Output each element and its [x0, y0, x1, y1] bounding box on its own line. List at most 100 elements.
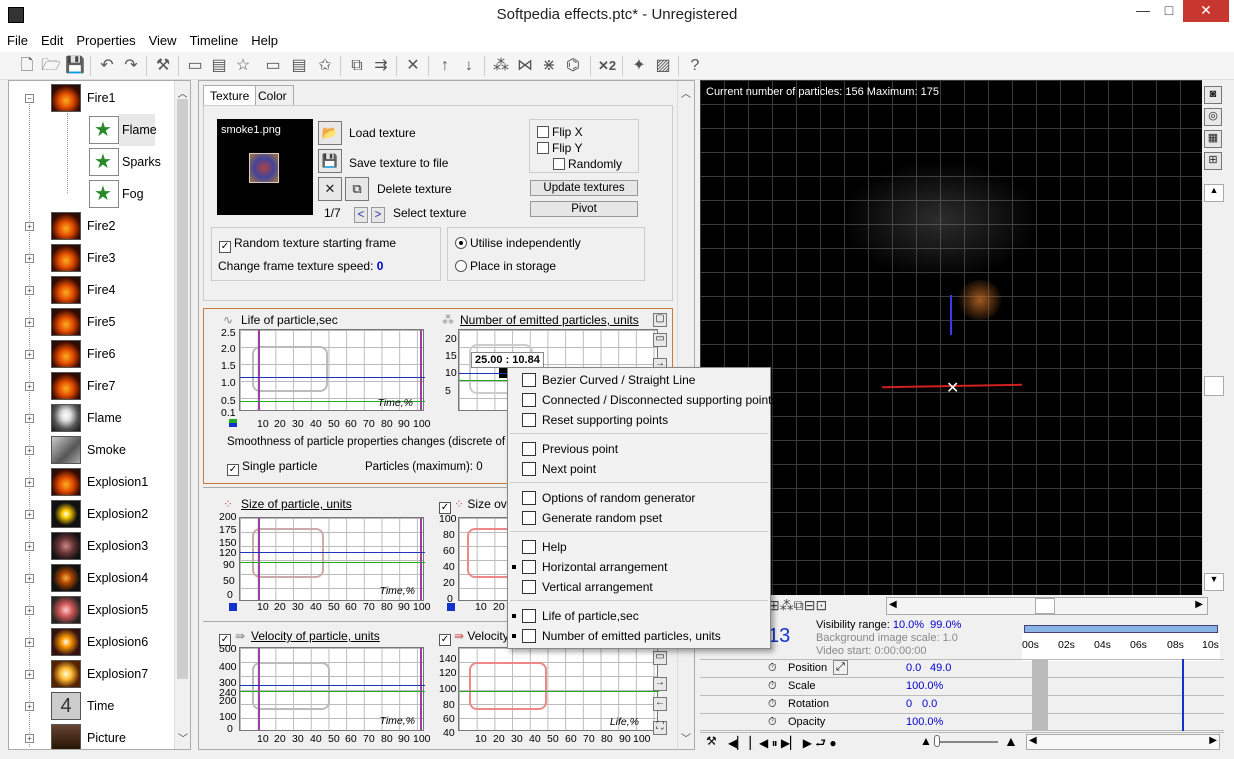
scroll-left-icon[interactable]: ◀: [889, 599, 897, 610]
zoom-slider-thumb[interactable]: [934, 735, 940, 747]
graph-icon[interactable]: ⌬: [562, 55, 584, 77]
expand-icon[interactable]: +: [25, 414, 34, 423]
expand-icon[interactable]: +: [25, 478, 34, 487]
move-down-icon[interactable]: ↓: [458, 55, 480, 77]
expand-icon[interactable]: +: [25, 254, 34, 263]
scroll-down-icon[interactable]: ﹀: [681, 730, 691, 745]
expand-icon[interactable]: +: [25, 382, 34, 391]
expand-icon[interactable]: +: [25, 542, 34, 551]
emitter-cross-icon[interactable]: ✕: [946, 378, 959, 398]
menu-edit[interactable]: Edit: [34, 32, 69, 48]
delete-texture-button[interactable]: ✕: [318, 177, 342, 201]
context-menu-item[interactable]: Number of emitted particles, units: [508, 626, 770, 646]
track-rotation[interactable]: ⏱ Rotation 0 0.0: [700, 695, 1224, 713]
tree-item-fire6[interactable]: + Fire6: [9, 338, 179, 370]
tree-item-smoke[interactable]: + Smoke: [9, 434, 179, 466]
image-icon[interactable]: ▨: [652, 55, 674, 77]
context-menu-item[interactable]: Generate random pset: [508, 508, 770, 528]
move-up-icon[interactable]: ↑: [434, 55, 456, 77]
flip-x-checkbox[interactable]: Flip X: [537, 125, 583, 139]
maximize-button[interactable]: □: [1156, 0, 1182, 22]
context-menu-item[interactable]: Previous point: [508, 439, 770, 459]
tree-item-explosion2[interactable]: + Explosion2: [9, 498, 179, 530]
tree-item-fire5[interactable]: + Fire5: [9, 306, 179, 338]
scroll-right-icon[interactable]: ▶: [1209, 735, 1217, 746]
tree-item-sparks[interactable]: ★ Sparks: [9, 146, 179, 178]
leaf-icon[interactable]: ✦: [628, 55, 650, 77]
folder-icon[interactable]: ▭: [184, 55, 206, 77]
new-file-icon[interactable]: 🗋: [16, 55, 38, 77]
expand-icon[interactable]: +: [25, 606, 34, 615]
tool-icons[interactable]: ⊞⁂⧉⊟⊡: [768, 597, 827, 614]
link-icon[interactable]: ⤢: [833, 660, 848, 675]
tree-item-fire1[interactable]: − Fire1: [9, 82, 179, 114]
double-icon[interactable]: ✕2: [596, 55, 618, 77]
move-icon[interactable]: ⇉: [370, 55, 392, 77]
menu-timeline[interactable]: Timeline: [183, 32, 245, 48]
velocity-over-checkbox[interactable]: ✓ ⇛ Velocity: [439, 629, 509, 646]
tree-item-flame-child[interactable]: ★ Flame: [9, 114, 179, 146]
tab-texture[interactable]: Texture: [203, 85, 257, 105]
next-texture-button[interactable]: >: [371, 207, 385, 223]
context-menu-item[interactable]: Options of random generator: [508, 488, 770, 508]
settings-icon[interactable]: ⚒: [706, 734, 717, 748]
camera-icon[interactable]: ◙: [1204, 86, 1222, 104]
scroll-down-icon[interactable]: ﹀: [178, 730, 188, 745]
tree-item-flame[interactable]: + Flame: [9, 402, 179, 434]
load-texture-button[interactable]: 📂: [318, 121, 342, 145]
play-controls-icon[interactable]: ◀▏ ▏◀ ⏸ ▶▏ ▶ ⮐ ●: [728, 734, 837, 755]
delete-all-textures-button[interactable]: ⧉: [345, 177, 369, 201]
menu-properties[interactable]: Properties: [69, 32, 141, 48]
expand-icon[interactable]: +: [25, 318, 34, 327]
menu-help[interactable]: Help: [244, 32, 284, 48]
tab-color[interactable]: Color: [251, 85, 294, 105]
star-icon[interactable]: ☆: [232, 55, 254, 77]
expand-icon[interactable]: +: [25, 638, 34, 647]
next-chart-icon[interactable]: →: [653, 677, 667, 691]
zoom-slider[interactable]: [936, 741, 998, 743]
tree-item-explosion5[interactable]: + Explosion5: [9, 594, 179, 626]
random-start-checkbox[interactable]: ✓ Random texture starting frame: [219, 236, 396, 253]
redo-icon[interactable]: ↷: [120, 55, 142, 77]
size-over-checkbox[interactable]: ✓ ⁘ Size ov: [439, 497, 507, 514]
stopwatch-icon[interactable]: ⏱: [768, 680, 777, 693]
tree-item-fire4[interactable]: + Fire4: [9, 274, 179, 306]
expand-icon[interactable]: +: [25, 670, 34, 679]
storage-radio[interactable]: Place in storage: [455, 259, 556, 273]
context-menu-item[interactable]: Connected / Disconnected supporting poin…: [508, 390, 777, 410]
wand-icon[interactable]: ⚒: [152, 55, 174, 77]
timeline-hscroll[interactable]: ◀ ▶: [1026, 734, 1220, 750]
scroll-thumb[interactable]: [177, 99, 188, 679]
stopwatch-icon[interactable]: ⏱: [768, 716, 777, 729]
context-menu-item[interactable]: Bezier Curved / Straight Line: [508, 370, 770, 390]
split-icon[interactable]: ⊞: [1204, 152, 1222, 170]
prev-texture-button[interactable]: <: [354, 207, 368, 223]
save-texture-button[interactable]: 💾: [318, 149, 342, 173]
scroll-left-icon[interactable]: ◀: [1029, 735, 1037, 746]
tree-item-explosion3[interactable]: + Explosion3: [9, 530, 179, 562]
minimize-button[interactable]: —: [1130, 0, 1156, 22]
add-star-icon[interactable]: ✩: [314, 55, 336, 77]
collapse-icon[interactable]: −: [25, 94, 34, 103]
help-icon[interactable]: ?: [684, 55, 706, 77]
clapper-icon[interactable]: ▤: [208, 55, 230, 77]
scroll-up-icon[interactable]: ︿: [678, 85, 694, 100]
fit-chart-icon[interactable]: ⛶: [653, 721, 667, 735]
context-menu-item[interactable]: Life of particle,sec: [508, 606, 770, 626]
restore-chart-icon[interactable]: ▭: [653, 333, 667, 347]
tree-item-fire2[interactable]: + Fire2: [9, 210, 179, 242]
track-opacity[interactable]: ⏱ Opacity 100.0%: [700, 713, 1224, 731]
flip-y-checkbox[interactable]: Flip Y: [537, 141, 582, 155]
context-menu-item[interactable]: Horizontal arrangement: [508, 557, 770, 577]
scroll-down-icon[interactable]: ▼: [1204, 573, 1224, 591]
expand-icon[interactable]: +: [25, 734, 34, 743]
scroll-up-icon[interactable]: ︿: [175, 85, 190, 100]
prev-chart-icon[interactable]: ←: [653, 697, 667, 711]
life-chart[interactable]: Time,%: [239, 329, 425, 411]
open-folder-icon[interactable]: 🗁: [40, 55, 62, 77]
size-chart[interactable]: Time,%: [239, 517, 425, 601]
velocity-over-chart[interactable]: Life,%: [458, 647, 659, 731]
context-menu-item[interactable]: Help: [508, 537, 770, 557]
utilise-radio[interactable]: Utilise independently: [455, 236, 581, 250]
tree-scrollbar[interactable]: ︿ ﹀: [174, 81, 190, 749]
